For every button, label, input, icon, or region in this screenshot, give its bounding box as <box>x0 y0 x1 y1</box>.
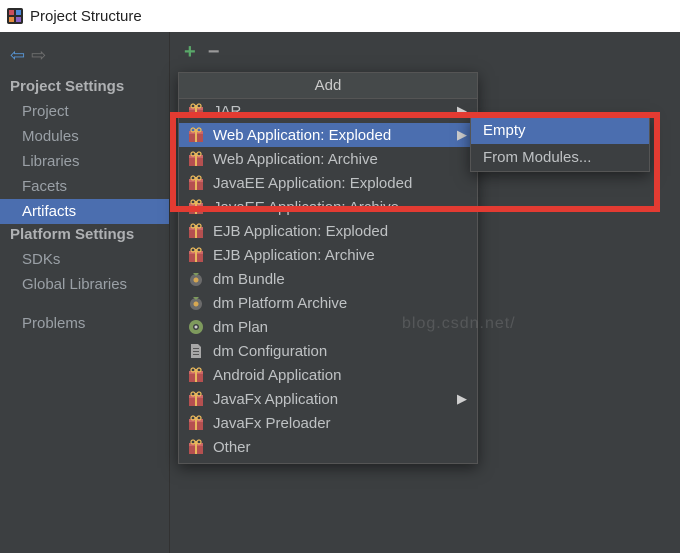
menu-item-label: JavaFx Application <box>213 391 338 408</box>
remove-icon[interactable]: − <box>208 42 220 62</box>
menu-item-ejb-archive[interactable]: EJB Application: Archive <box>179 243 477 267</box>
nav-arrows: ⇦ ⇨ <box>0 40 169 76</box>
gift-icon <box>187 102 205 120</box>
gift-icon <box>187 222 205 240</box>
gift-icon <box>187 174 205 192</box>
menu-item-javaee-exploded[interactable]: JavaEE Application: Exploded <box>179 171 477 195</box>
gift-icon <box>187 414 205 432</box>
menu-item-label: Android Application <box>213 367 341 384</box>
menu-item-label: Web Application: Archive <box>213 151 378 168</box>
sub-item-empty[interactable]: Empty <box>471 117 649 144</box>
menu-item-label: Web Application: Exploded <box>213 127 391 144</box>
sub-item-from-modules[interactable]: From Modules... <box>471 144 649 171</box>
artifacts-toolbar: + − <box>170 32 680 66</box>
submenu-arrow-icon: ▶ <box>457 127 467 143</box>
menu-item-javafx-preloader[interactable]: JavaFx Preloader <box>179 411 477 435</box>
sidebar-item-modules[interactable]: Modules <box>0 124 169 149</box>
sidebar-item-artifacts[interactable]: Artifacts <box>0 199 169 224</box>
menu-item-label: Other <box>213 439 251 456</box>
menu-item-label: JavaEE Application: Exploded <box>213 175 412 192</box>
gift-icon <box>187 198 205 216</box>
sidebar-item-project[interactable]: Project <box>0 99 169 124</box>
document-icon <box>187 342 205 360</box>
add-icon[interactable]: + <box>184 42 196 62</box>
menu-item-other[interactable]: Other <box>179 435 477 459</box>
menu-item-web-archive[interactable]: Web Application: Archive <box>179 147 477 171</box>
sidebar-item-libraries[interactable]: Libraries <box>0 149 169 174</box>
menu-item-dm-plan[interactable]: dm Plan <box>179 315 477 339</box>
forward-icon[interactable]: ⇨ <box>31 46 46 64</box>
menu-item-label: EJB Application: Exploded <box>213 223 388 240</box>
menu-item-label: JAR <box>213 103 241 120</box>
gift-icon <box>187 126 205 144</box>
menu-item-label: dm Plan <box>213 319 268 336</box>
menu-item-android-application[interactable]: Android Application <box>179 363 477 387</box>
menu-item-dm-configuration[interactable]: dm Configuration <box>179 339 477 363</box>
menu-item-web-exploded[interactable]: Web Application: Exploded ▶ <box>179 123 477 147</box>
gift-icon <box>187 366 205 384</box>
menu-item-label: JavaFx Preloader <box>213 415 331 432</box>
menu-item-label: dm Bundle <box>213 271 285 288</box>
bundle-icon <box>187 294 205 312</box>
gift-icon <box>187 150 205 168</box>
bundle-icon <box>187 270 205 288</box>
gift-icon <box>187 438 205 456</box>
menu-item-label: dm Configuration <box>213 343 327 360</box>
menu-item-jar[interactable]: JAR ▶ <box>179 99 477 123</box>
menu-item-label: EJB Application: Archive <box>213 247 375 264</box>
sidebar-item-problems[interactable]: Problems <box>0 311 169 336</box>
plan-icon <box>187 318 205 336</box>
window-title: Project Structure <box>30 8 142 25</box>
gift-icon <box>187 246 205 264</box>
add-popup: Add JAR ▶ Web Application: Exploded ▶ We… <box>178 72 478 464</box>
menu-item-javafx-application[interactable]: JavaFx Application ▶ <box>179 387 477 411</box>
menu-item-dm-platform-archive[interactable]: dm Platform Archive <box>179 291 477 315</box>
content-area: + − Add JAR ▶ Web Application: Exploded … <box>170 32 680 553</box>
gift-icon <box>187 390 205 408</box>
window-titlebar: Project Structure <box>0 0 680 32</box>
sidebar: ⇦ ⇨ Project Settings Project Modules Lib… <box>0 32 170 553</box>
menu-item-ejb-exploded[interactable]: EJB Application: Exploded <box>179 219 477 243</box>
sidebar-item-sdks[interactable]: SDKs <box>0 247 169 272</box>
sub-popup: Empty From Modules... <box>470 116 650 172</box>
sidebar-item-global-libraries[interactable]: Global Libraries <box>0 272 169 297</box>
submenu-arrow-icon: ▶ <box>457 103 467 119</box>
submenu-arrow-icon: ▶ <box>457 391 467 407</box>
menu-item-label: dm Platform Archive <box>213 295 347 312</box>
back-icon[interactable]: ⇦ <box>10 46 25 64</box>
sidebar-item-facets[interactable]: Facets <box>0 174 169 199</box>
app-icon <box>6 7 24 25</box>
menu-item-dm-bundle[interactable]: dm Bundle <box>179 267 477 291</box>
menu-item-javaee-archive[interactable]: JavaEE Application: Archive <box>179 195 477 219</box>
menu-item-label: JavaEE Application: Archive <box>213 199 399 216</box>
project-settings-header: Project Settings <box>0 76 169 99</box>
add-popup-title: Add <box>179 73 477 99</box>
platform-settings-header: Platform Settings <box>0 224 169 247</box>
